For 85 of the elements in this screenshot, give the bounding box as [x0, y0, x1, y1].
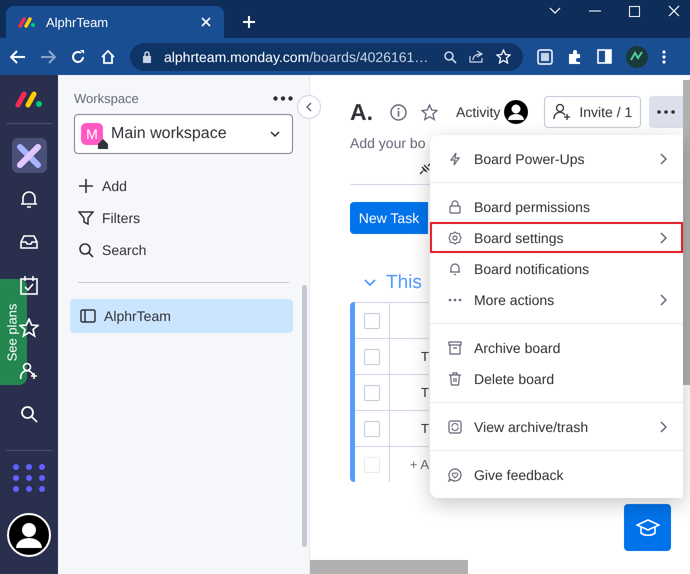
- panel-title: Workspace: [74, 91, 139, 106]
- invite-button[interactable]: Invite / 1: [544, 96, 642, 128]
- activity-link[interactable]: Activity: [456, 104, 500, 120]
- home-icon[interactable]: [100, 48, 116, 64]
- forward-icon[interactable]: [40, 50, 56, 64]
- new-task-button[interactable]: New Task: [350, 202, 428, 234]
- close-icon[interactable]: [668, 5, 680, 17]
- more-button[interactable]: [649, 96, 684, 128]
- row-checkbox[interactable]: [364, 384, 380, 400]
- menu-item[interactable]: Board notifications: [430, 253, 683, 284]
- menu-icon[interactable]: [662, 50, 666, 64]
- star-icon[interactable]: [421, 104, 438, 120]
- task-name: T: [421, 421, 429, 436]
- board-title[interactable]: A.: [350, 98, 382, 126]
- add-user-icon[interactable]: [19, 360, 39, 380]
- more-icon: [448, 298, 462, 302]
- gear-icon: [448, 230, 462, 244]
- monday-icon: [18, 16, 36, 28]
- filter-icon[interactable]: [78, 210, 94, 226]
- board-icon: [80, 309, 96, 323]
- side-panel-icon[interactable]: [597, 49, 612, 64]
- heart-bubble-icon: [448, 468, 462, 482]
- workspace-avatar: M: [81, 123, 103, 145]
- home-icon: [98, 139, 108, 149]
- board-item[interactable]: AlphrTeam: [70, 299, 293, 333]
- menu-item[interactable]: View archive/trash: [430, 411, 683, 442]
- scrollbar[interactable]: [310, 560, 468, 574]
- menu-item[interactable]: Archive board: [430, 332, 683, 363]
- refresh-box-icon: [448, 420, 462, 434]
- reload-icon[interactable]: [70, 48, 86, 64]
- new-tab-icon[interactable]: [242, 15, 256, 29]
- panel-action[interactable]: Search: [102, 242, 146, 258]
- menu-item[interactable]: Board permissions: [430, 191, 683, 222]
- workspace-dropdown[interactable]: M Main workspace: [74, 114, 293, 154]
- share-icon[interactable]: [469, 50, 484, 63]
- apps-grid-icon[interactable]: [12, 463, 46, 493]
- puzzle-icon[interactable]: [567, 48, 583, 64]
- scrollbar[interactable]: [683, 80, 690, 385]
- chevron-left-icon: [306, 102, 312, 112]
- task-name: T: [421, 385, 429, 400]
- chevron-down-icon: [270, 131, 280, 137]
- close-icon[interactable]: [200, 16, 212, 28]
- menu-item[interactable]: Delete board: [430, 363, 683, 394]
- more-icon: [657, 110, 676, 114]
- plus-icon[interactable]: [78, 178, 94, 194]
- menu-item[interactable]: More actions: [430, 284, 683, 315]
- minimize-icon[interactable]: [589, 10, 601, 12]
- bolt-icon: [448, 152, 462, 166]
- add-user-icon: [553, 103, 572, 121]
- row-checkbox[interactable]: [364, 348, 380, 364]
- screenshot-icon[interactable]: [537, 48, 553, 64]
- lock-icon: [448, 200, 462, 214]
- user-avatar-icon[interactable]: [7, 513, 51, 557]
- menu-item[interactable]: Board Power-Ups: [430, 143, 683, 174]
- see-plans-tab[interactable]: See plans: [0, 279, 27, 385]
- task-name: T: [421, 349, 429, 364]
- monday-logo-icon[interactable]: [15, 90, 43, 108]
- graduation-cap-icon: [636, 518, 660, 538]
- lock-icon: [142, 50, 152, 62]
- panel-action[interactable]: Filters: [102, 210, 140, 226]
- more-icon[interactable]: [273, 96, 293, 101]
- inbox-icon[interactable]: [19, 234, 39, 250]
- menu-item[interactable]: Board settings: [430, 222, 683, 253]
- scrollbar[interactable]: [302, 285, 307, 547]
- bell-icon[interactable]: [20, 188, 38, 208]
- browser-tab[interactable]: AlphrTeam: [6, 6, 224, 38]
- search-icon[interactable]: [20, 404, 38, 422]
- calendar-icon[interactable]: [20, 274, 38, 294]
- archive-icon: [448, 340, 462, 354]
- address-bar[interactable]: alphrteam.monday.com/boards/4026161…: [130, 42, 523, 70]
- add-item-link[interactable]: + A: [410, 457, 429, 472]
- maximize-icon[interactable]: [629, 6, 640, 16]
- trash-icon: [448, 372, 462, 386]
- panel-action[interactable]: Add: [102, 178, 127, 194]
- info-icon[interactable]: [390, 104, 407, 120]
- search-icon[interactable]: [78, 242, 94, 258]
- user-avatar-icon[interactable]: [504, 100, 528, 124]
- learn-button[interactable]: [624, 504, 671, 551]
- bell-icon: [448, 262, 462, 276]
- menu-item[interactable]: Give feedback: [430, 459, 683, 490]
- back-icon[interactable]: [10, 50, 26, 64]
- profile-avatar-icon[interactable]: [626, 46, 648, 68]
- row-checkbox[interactable]: [364, 312, 380, 328]
- search-icon[interactable]: [443, 50, 457, 64]
- row-checkbox[interactable]: [364, 420, 380, 436]
